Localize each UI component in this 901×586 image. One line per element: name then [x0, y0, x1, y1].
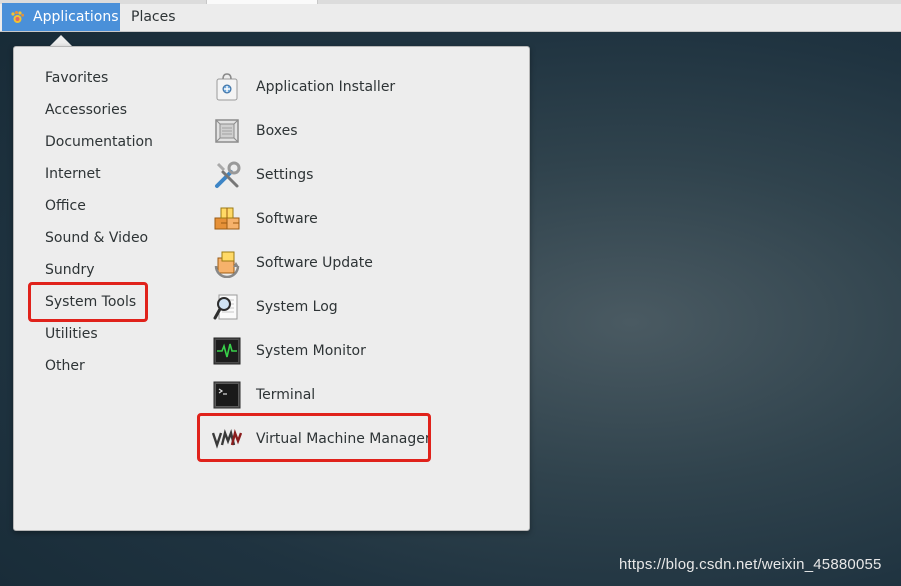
software-update-icon — [212, 248, 242, 279]
app-label: Application Installer — [256, 79, 396, 95]
application-installer-icon — [212, 72, 242, 102]
category-sound-video[interactable]: Sound & Video — [45, 227, 153, 259]
category-label: Office — [45, 198, 86, 214]
applications-label: Applications — [33, 9, 119, 25]
app-label: Terminal — [256, 387, 316, 403]
category-office[interactable]: Office — [45, 195, 153, 227]
places-label: Places — [131, 9, 176, 25]
category-label: Sound & Video — [45, 230, 149, 246]
category-accessories[interactable]: Accessories — [45, 99, 153, 131]
app-item-system-log[interactable]: System Log — [212, 285, 431, 329]
boxes-icon — [212, 116, 242, 146]
category-utilities[interactable]: Utilities — [45, 323, 153, 355]
app-label: Software — [256, 211, 318, 227]
category-favorites[interactable]: Favorites — [45, 67, 153, 99]
app-item-system-monitor[interactable]: System Monitor — [212, 329, 431, 373]
app-label: Software Update — [256, 255, 373, 271]
app-item-settings[interactable]: Settings — [212, 153, 431, 197]
category-internet[interactable]: Internet — [45, 163, 153, 195]
annotation-highlight-virtual-machine-manager — [197, 413, 431, 462]
applications-menu-button[interactable]: Applications — [2, 3, 120, 31]
app-item-software[interactable]: Software — [212, 197, 431, 241]
app-list: Application Installer Boxes Settings Sof… — [211, 65, 431, 461]
app-label: Boxes — [256, 123, 298, 139]
system-log-magnifier-icon — [212, 292, 242, 322]
terminal-icon — [212, 380, 242, 410]
menu-pointer-arrow — [50, 35, 72, 46]
watermark-url: https://blog.csdn.net/weixin_45880055 — [619, 556, 882, 573]
annotation-highlight-system-tools — [28, 282, 148, 322]
app-item-boxes[interactable]: Boxes — [212, 109, 431, 153]
category-label: Other — [45, 358, 85, 374]
app-label: System Monitor — [256, 343, 366, 359]
category-documentation[interactable]: Documentation — [45, 131, 153, 163]
app-label: Settings — [256, 167, 314, 183]
app-item-terminal[interactable]: Terminal — [212, 373, 431, 417]
settings-tools-icon — [212, 160, 242, 190]
app-item-application-installer[interactable]: Application Installer — [212, 65, 431, 109]
app-item-software-update[interactable]: Software Update — [212, 241, 431, 285]
category-label: Documentation — [45, 134, 153, 150]
category-label: Sundry — [45, 262, 95, 278]
category-list: Favorites Accessories Documentation Inte… — [45, 67, 153, 387]
category-label: Accessories — [45, 102, 128, 118]
category-label: Internet — [45, 166, 101, 182]
software-packages-icon — [212, 204, 242, 234]
top-panel: Applications Places — [0, 0, 901, 32]
category-label: Utilities — [45, 326, 98, 342]
category-label: Favorites — [45, 70, 109, 86]
foot-logo-icon — [10, 10, 25, 25]
window-tab[interactable] — [206, 0, 318, 4]
app-label: System Log — [256, 299, 338, 315]
category-other[interactable]: Other — [45, 355, 153, 387]
system-monitor-icon — [212, 336, 242, 366]
places-menu-button[interactable]: Places — [122, 3, 182, 31]
